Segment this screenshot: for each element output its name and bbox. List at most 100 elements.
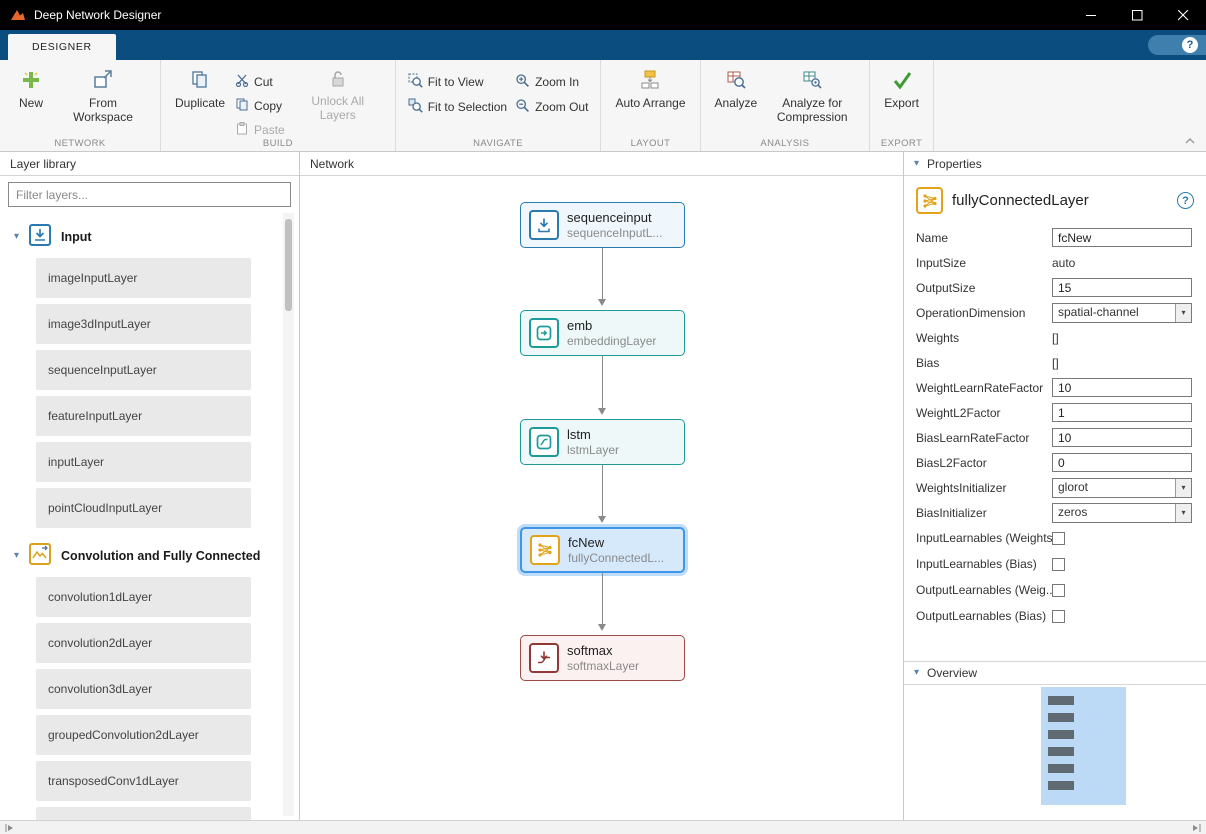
filter-layers-input[interactable] — [8, 182, 291, 207]
field-label: InputLearnables (Weights) — [916, 531, 1052, 545]
export-button[interactable]: Export — [878, 65, 925, 115]
dock-right-icon[interactable] — [1192, 823, 1202, 833]
edge-connector — [602, 248, 603, 303]
list-item[interactable]: inputLayer — [36, 442, 251, 482]
node-sequenceinput[interactable]: sequenceinputsequenceInputL... — [520, 202, 685, 248]
list-item[interactable]: groupedConvolution2dLayer — [36, 715, 251, 755]
from-workspace-button-label: From Workspace — [60, 97, 146, 125]
overview-minimap[interactable] — [904, 685, 1206, 820]
edge-connector — [602, 356, 603, 412]
ribbon-group-analysis: Analyze Analyze for Compression ANALYSIS — [701, 60, 871, 151]
name-input[interactable] — [1052, 228, 1192, 247]
new-icon — [20, 69, 42, 94]
list-item[interactable]: convolution2dLayer — [36, 623, 251, 663]
bias-l2-factor-input[interactable] — [1052, 453, 1192, 472]
fit-to-view-button-label: Fit to View — [428, 75, 484, 89]
input-learnables-weights-checkbox[interactable] — [1052, 532, 1065, 545]
fit-to-selection-button[interactable]: Fit to Selection — [408, 98, 507, 116]
bias-initializer-select[interactable]: zeros▾ — [1052, 503, 1192, 523]
properties-form: Name InputSizeauto OutputSize OperationD… — [904, 223, 1206, 629]
operation-dimension-select[interactable]: spatial-channel▾ — [1052, 303, 1192, 323]
zoom-in-button[interactable]: Zoom In — [515, 73, 588, 91]
list-item[interactable]: featureInputLayer — [36, 396, 251, 436]
field-label: InputSize — [916, 256, 1052, 270]
node-lstm[interactable]: lstmlstmLayer — [520, 419, 685, 465]
overview-title: Overview — [927, 666, 977, 680]
paste-button[interactable]: Paste — [235, 121, 285, 138]
analyze-for-compression-icon — [801, 69, 823, 94]
minimap-viewport[interactable] — [1041, 687, 1126, 805]
duplicate-button[interactable]: Duplicate — [169, 65, 231, 115]
analyze-button[interactable]: Analyze — [709, 65, 764, 115]
maximize-button[interactable] — [1114, 0, 1160, 30]
library-section-input[interactable]: ▾ Input — [0, 215, 299, 258]
output-learnables-weights-checkbox[interactable] — [1052, 584, 1065, 597]
fit-to-view-button[interactable]: Fit to View — [408, 73, 507, 91]
tab-designer[interactable]: DESIGNER — [8, 34, 116, 60]
convolution-section-icon — [28, 542, 52, 569]
properties-header[interactable]: ▾ Properties — [904, 152, 1206, 176]
auto-arrange-button[interactable]: Auto Arrange — [609, 65, 691, 115]
library-scrollbar-thumb[interactable] — [285, 219, 292, 311]
node-fcnew[interactable]: fcNewfullyConnectedL... — [520, 527, 685, 573]
collapse-ribbon-icon[interactable] — [1184, 134, 1196, 148]
list-item[interactable]: convolution3dLayer — [36, 669, 251, 709]
selected-value: spatial-channel — [1053, 304, 1175, 322]
new-button[interactable]: New — [8, 65, 54, 115]
output-size-input[interactable] — [1052, 278, 1192, 297]
layer-library-panel: Layer library ▾ Input imageInputLayer im… — [0, 152, 300, 820]
arrowhead-icon — [598, 299, 606, 310]
field-label: OutputSize — [916, 281, 1052, 295]
unlock-all-layers-button-label: Unlock All Layers — [295, 95, 381, 123]
auto-arrange-button-label: Auto Arrange — [615, 97, 685, 111]
copy-button[interactable]: Copy — [235, 97, 285, 114]
layer-help-icon[interactable]: ? — [1177, 192, 1194, 209]
edge-connector — [602, 573, 603, 628]
network-title: Network — [310, 157, 354, 171]
analyze-for-compression-button[interactable]: Analyze for Compression — [763, 65, 861, 129]
from-workspace-button[interactable]: From Workspace — [54, 65, 152, 129]
input-learnables-bias-checkbox[interactable] — [1052, 558, 1065, 571]
list-item[interactable]: pointCloudInputLayer — [36, 488, 251, 528]
list-item[interactable]: transposedConv2dLayer — [36, 807, 251, 820]
cut-button[interactable]: Cut — [235, 73, 285, 90]
node-emb[interactable]: embembeddingLayer — [520, 310, 685, 356]
library-section-convolution[interactable]: ▾ Convolution and Fully Connected — [0, 534, 299, 577]
ribbon-group-navigate: Fit to View Fit to Selection Zoom In Zoo… — [396, 60, 602, 151]
edge-connector — [602, 465, 603, 520]
field-label: WeightL2Factor — [916, 406, 1052, 420]
help-button[interactable]: ? — [1148, 35, 1206, 55]
node-type: embeddingLayer — [567, 334, 656, 348]
chevron-down-icon: ▾ — [1175, 304, 1191, 322]
weight-learn-rate-factor-input[interactable] — [1052, 378, 1192, 397]
status-bar — [0, 820, 1206, 834]
ribbon-group-label-network: NETWORK — [0, 138, 160, 149]
minimize-button[interactable] — [1068, 0, 1114, 30]
node-softmax[interactable]: softmaxsoftmaxLayer — [520, 635, 685, 681]
zoom-out-button[interactable]: Zoom Out — [515, 98, 588, 116]
output-learnables-bias-checkbox[interactable] — [1052, 610, 1065, 623]
paste-icon — [235, 121, 249, 138]
minimap-node — [1048, 696, 1074, 705]
list-item[interactable]: image3dInputLayer — [36, 304, 251, 344]
list-item[interactable]: imageInputLayer — [36, 258, 251, 298]
close-button[interactable] — [1160, 0, 1206, 30]
unlock-all-layers-button[interactable]: Unlock All Layers — [289, 65, 387, 127]
zoom-out-button-label: Zoom Out — [535, 100, 588, 114]
dock-left-icon[interactable] — [4, 823, 14, 833]
overview-header[interactable]: ▾ Overview — [904, 661, 1206, 685]
list-item[interactable]: transposedConv1dLayer — [36, 761, 251, 801]
list-item[interactable]: convolution1dLayer — [36, 577, 251, 617]
weight-l2-factor-input[interactable] — [1052, 403, 1192, 422]
list-item[interactable]: sequenceInputLayer — [36, 350, 251, 390]
network-graph[interactable]: sequenceinputsequenceInputL... embembedd… — [300, 176, 903, 820]
network-canvas-panel: Network sequenceinputsequenceInputL... e… — [300, 152, 903, 820]
ribbon-group-label-analysis: ANALYSIS — [701, 138, 870, 149]
arrowhead-icon — [598, 624, 606, 635]
weights-initializer-select[interactable]: glorot▾ — [1052, 478, 1192, 498]
library-scrollbar[interactable] — [283, 213, 294, 816]
minimap-node — [1048, 747, 1074, 756]
chevron-down-icon[interactable]: ▾ — [14, 232, 19, 242]
chevron-down-icon[interactable]: ▾ — [14, 551, 19, 561]
bias-learn-rate-factor-input[interactable] — [1052, 428, 1192, 447]
